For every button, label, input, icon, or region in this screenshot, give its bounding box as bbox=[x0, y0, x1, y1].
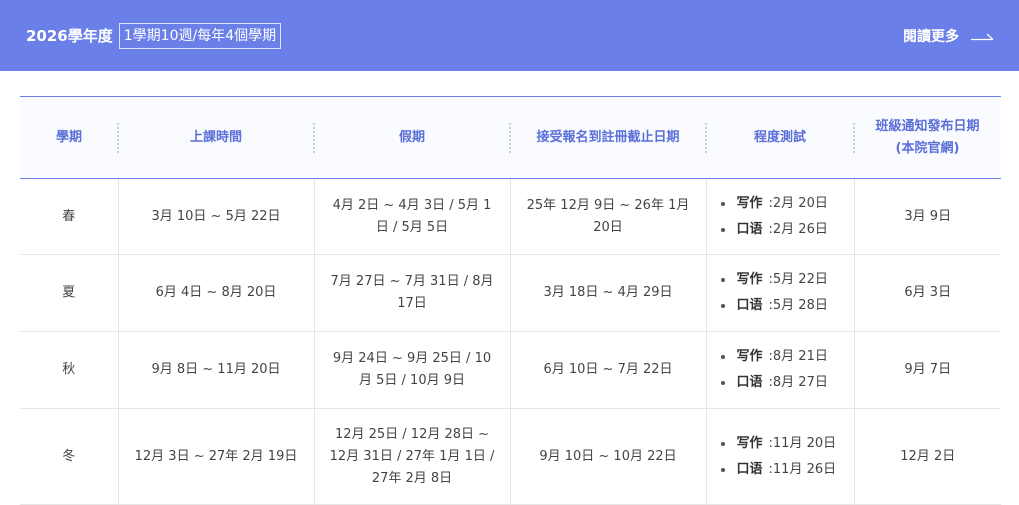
cell-registration: 25年 12月 9日 ~ 26年 1月 20日 bbox=[510, 178, 707, 255]
read-more-link[interactable]: 閱讀更多 bbox=[903, 26, 995, 46]
test-item: 口语 :2月 26日 bbox=[720, 217, 842, 243]
test-name: 写作 bbox=[736, 272, 763, 287]
cell-class-period: 9月 8日 ~ 11月 20日 bbox=[118, 331, 315, 409]
test-date: :8月 21日 bbox=[768, 349, 828, 364]
test-item: 写作 :2月 20日 bbox=[720, 191, 842, 217]
schedule-table-wrapper: 學期 上課時間 假期 接受報名到註冊截止日期 程度測試 班級通知發布日期 (本院… bbox=[20, 96, 1001, 505]
cell-class-period: 6月 4日 ~ 8月 20日 bbox=[118, 254, 315, 332]
cell-term: 秋 bbox=[20, 331, 119, 409]
test-date: :8月 27日 bbox=[768, 375, 828, 390]
cell-announce: 6月 3日 bbox=[854, 254, 1001, 332]
test-name: 写作 bbox=[736, 195, 763, 211]
test-item: 口语 :5月 28日 bbox=[720, 293, 842, 319]
cell-term: 夏 bbox=[20, 254, 119, 332]
test-item: 口语 :11月 26日 bbox=[720, 457, 842, 483]
col-header-class-period: 上課時間 bbox=[117, 96, 314, 179]
long-arrow-right-icon bbox=[971, 31, 995, 41]
cell-level-tests: 写作 :2月 20日 口语 :2月 26日 bbox=[706, 178, 855, 255]
table-header-row: 學期 上課時間 假期 接受報名到註冊截止日期 程度測試 班級通知發布日期 (本院… bbox=[20, 96, 1001, 179]
cell-term: 冬 bbox=[20, 408, 119, 505]
test-name: 写作 bbox=[736, 435, 763, 451]
cell-level-tests: 写作 :5月 22日 口语 :5月 28日 bbox=[706, 254, 855, 332]
table-row: 春 3月 10日 ~ 5月 22日 4月 2日 ~ 4月 3日 / 5月 1日 … bbox=[20, 178, 1001, 255]
test-name: 口语 bbox=[736, 375, 763, 390]
col-header-registration: 接受報名到註冊截止日期 bbox=[509, 96, 706, 179]
cell-holidays: 4月 2日 ~ 4月 3日 / 5月 1日 / 5月 5日 bbox=[314, 178, 511, 255]
cell-registration: 6月 10日 ~ 7月 22日 bbox=[510, 331, 707, 409]
test-date: :11月 20日 bbox=[768, 435, 837, 451]
cell-announce: 9月 7日 bbox=[854, 331, 1001, 409]
cell-class-period: 3月 10日 ~ 5月 22日 bbox=[118, 178, 315, 255]
cell-announce: 3月 9日 bbox=[854, 178, 1001, 255]
cell-registration: 3月 18日 ~ 4月 29日 bbox=[510, 254, 707, 332]
table-row: 秋 9月 8日 ~ 11月 20日 9月 24日 ~ 9月 25日 / 10月 … bbox=[20, 331, 1001, 409]
col-header-term: 學期 bbox=[20, 96, 118, 179]
header-left: 2026學年度 1學期10週/每年4個學期 bbox=[26, 22, 282, 49]
bullet-icon bbox=[720, 467, 725, 472]
table-row: 夏 6月 4日 ~ 8月 20日 7月 27日 ~ 7月 31日 / 8月 17… bbox=[20, 254, 1001, 332]
cell-registration: 9月 10日 ~ 10月 22日 bbox=[510, 408, 707, 505]
test-name: 写作 bbox=[736, 349, 763, 364]
schedule-table: 學期 上課時間 假期 接受報名到註冊截止日期 程度測試 班級通知發布日期 (本院… bbox=[20, 96, 1001, 505]
bullet-icon bbox=[720, 441, 725, 446]
test-item: 口语 :8月 27日 bbox=[720, 370, 842, 396]
test-date: :2月 26日 bbox=[768, 221, 828, 237]
test-name: 口语 bbox=[736, 298, 763, 313]
cell-announce: 12月 2日 bbox=[854, 408, 1001, 505]
test-item: 写作 :11月 20日 bbox=[720, 431, 842, 457]
test-item: 写作 :5月 22日 bbox=[720, 267, 842, 293]
cell-holidays: 7月 27日 ~ 7月 31日 / 8月 17日 bbox=[314, 254, 511, 332]
test-date: :5月 22日 bbox=[768, 272, 828, 287]
test-date: :11月 26日 bbox=[768, 461, 837, 477]
cell-term: 春 bbox=[20, 178, 119, 255]
test-item: 写作 :8月 21日 bbox=[720, 344, 842, 370]
cell-holidays: 9月 24日 ~ 9月 25日 / 10月 5日 / 10月 9日 bbox=[314, 331, 511, 409]
test-date: :2月 20日 bbox=[768, 195, 828, 211]
bullet-icon bbox=[720, 278, 725, 282]
test-name: 口语 bbox=[736, 221, 763, 237]
cell-level-tests: 写作 :11月 20日 口语 :11月 26日 bbox=[706, 408, 855, 505]
bullet-icon bbox=[720, 201, 725, 206]
bullet-icon bbox=[720, 355, 725, 359]
test-name: 口语 bbox=[736, 461, 763, 477]
test-date: :5月 28日 bbox=[768, 298, 828, 313]
year-title: 2026學年度 bbox=[26, 27, 113, 45]
col-header-level-test: 程度測試 bbox=[705, 96, 854, 179]
cell-holidays: 12月 25日 / 12月 28日 ~ 12月 31日 / 27年 1月 1日 … bbox=[314, 408, 511, 505]
page-header: 2026學年度 1學期10週/每年4個學期 閱讀更多 bbox=[0, 0, 1019, 71]
cell-level-tests: 写作 :8月 21日 口语 :8月 27日 bbox=[706, 331, 855, 409]
bullet-icon bbox=[720, 381, 725, 385]
col-header-holidays: 假期 bbox=[313, 96, 510, 179]
bullet-icon bbox=[720, 304, 725, 308]
cell-class-period: 12月 3日 ~ 27年 2月 19日 bbox=[118, 408, 315, 505]
table-row: 冬 12月 3日 ~ 27年 2月 19日 12月 25日 / 12月 28日 … bbox=[20, 408, 1001, 505]
col-header-announce: 班級通知發布日期 (本院官網) bbox=[853, 96, 1001, 179]
read-more-label: 閱讀更多 bbox=[903, 28, 959, 45]
bullet-icon bbox=[720, 227, 725, 232]
term-info-badge: 1學期10週/每年4個學期 bbox=[118, 22, 282, 49]
